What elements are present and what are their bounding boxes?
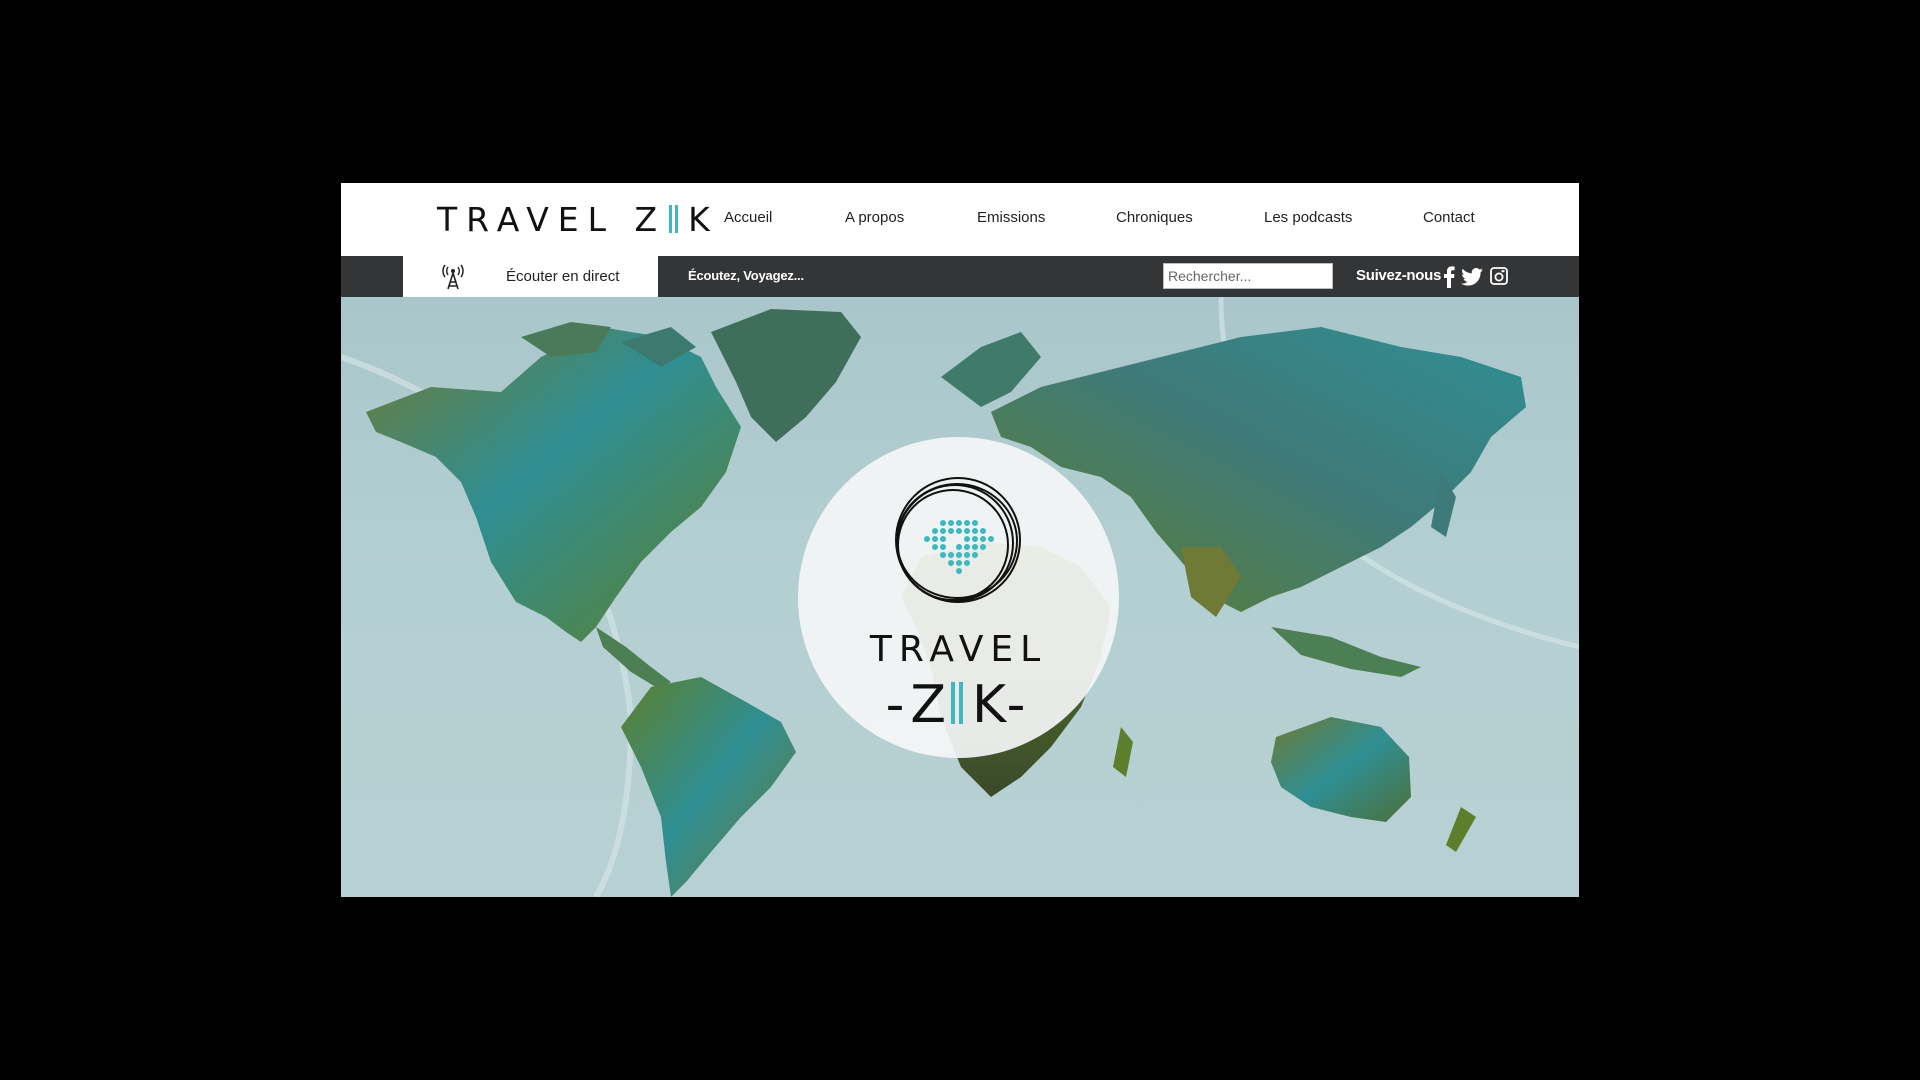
twitter-icon[interactable] <box>1461 268 1483 286</box>
nav-item-emissions[interactable]: Emissions <box>977 209 1045 226</box>
nav-item-a-propos[interactable]: A propos <box>845 209 904 226</box>
radio-tower-icon <box>442 264 464 290</box>
sub-bar: Écouter en direct Écoutez, Voyagez... Su… <box>341 256 1579 297</box>
website-frame: TRAVEL ZK Accueil A propos Emissions Chr… <box>341 183 1579 897</box>
center-logo-badge: TRAVEL -Z K- <box>798 437 1119 758</box>
search-input[interactable] <box>1163 263 1333 289</box>
listen-live-button[interactable]: Écouter en direct <box>403 256 658 297</box>
main-nav: Accueil A propos Emissions Chroniques Le… <box>341 183 1579 256</box>
instagram-icon[interactable] <box>1490 267 1508 285</box>
tagline: Écoutez, Voyagez... <box>688 268 804 283</box>
center-logo-zik: -Z K- <box>798 675 1119 735</box>
nav-item-les-podcasts[interactable]: Les podcasts <box>1264 209 1352 226</box>
nav-item-accueil[interactable]: Accueil <box>724 209 772 226</box>
zik-bars-icon <box>950 682 966 724</box>
follow-us-label: Suivez-nous <box>1356 267 1442 284</box>
nav-item-chroniques[interactable]: Chroniques <box>1116 209 1193 226</box>
south-america-shape <box>621 677 796 897</box>
globe-icon <box>895 477 1021 603</box>
center-zik-right: K- <box>971 675 1032 735</box>
site-header: TRAVEL ZK Accueil A propos Emissions Chr… <box>341 183 1579 256</box>
australia-shape <box>1271 717 1411 822</box>
listen-live-label: Écouter en direct <box>506 268 620 285</box>
center-zik-left: -Z <box>885 675 952 735</box>
north-america-shape <box>366 327 741 642</box>
hero-banner: TRAVEL -Z K- <box>341 297 1579 897</box>
nav-item-contact[interactable]: Contact <box>1423 209 1475 226</box>
facebook-icon[interactable] <box>1443 266 1455 288</box>
center-logo-title: TRAVEL <box>869 629 1048 670</box>
